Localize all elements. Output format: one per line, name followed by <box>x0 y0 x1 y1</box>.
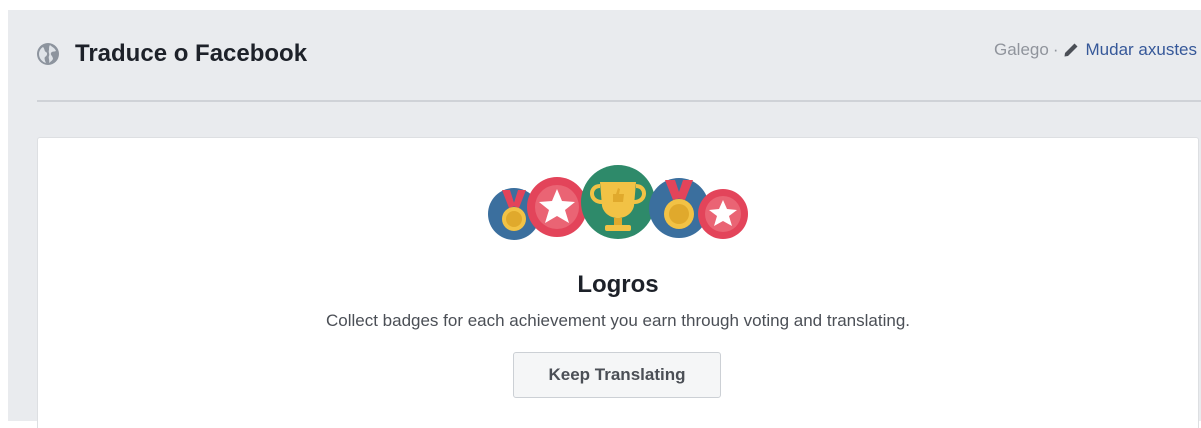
achievements-title: Logros <box>577 271 659 298</box>
page-header: Traduce o Facebook Galego · Mudar axuste… <box>36 30 1201 78</box>
header-actions: Galego · Mudar axustes <box>994 38 1197 62</box>
pencil-icon <box>1064 43 1077 57</box>
achievements-card: Logros Collect badges for each achieveme… <box>37 137 1199 428</box>
current-language: Galego <box>994 40 1049 59</box>
achievements-description: Collect badges for each achievement you … <box>325 311 911 330</box>
keep-translating-button[interactable]: Keep Translating <box>513 352 721 398</box>
trophy-icon <box>581 165 655 239</box>
achievement-badges-illustration <box>488 165 748 240</box>
header-divider <box>37 100 1201 102</box>
separator-dot: · <box>1052 40 1059 59</box>
page-title: Traduce o Facebook <box>75 40 308 67</box>
globe-icon <box>37 43 59 65</box>
star-icon <box>698 189 748 239</box>
change-settings-link[interactable]: Mudar axustes <box>1086 40 1198 60</box>
star-icon <box>527 177 587 237</box>
